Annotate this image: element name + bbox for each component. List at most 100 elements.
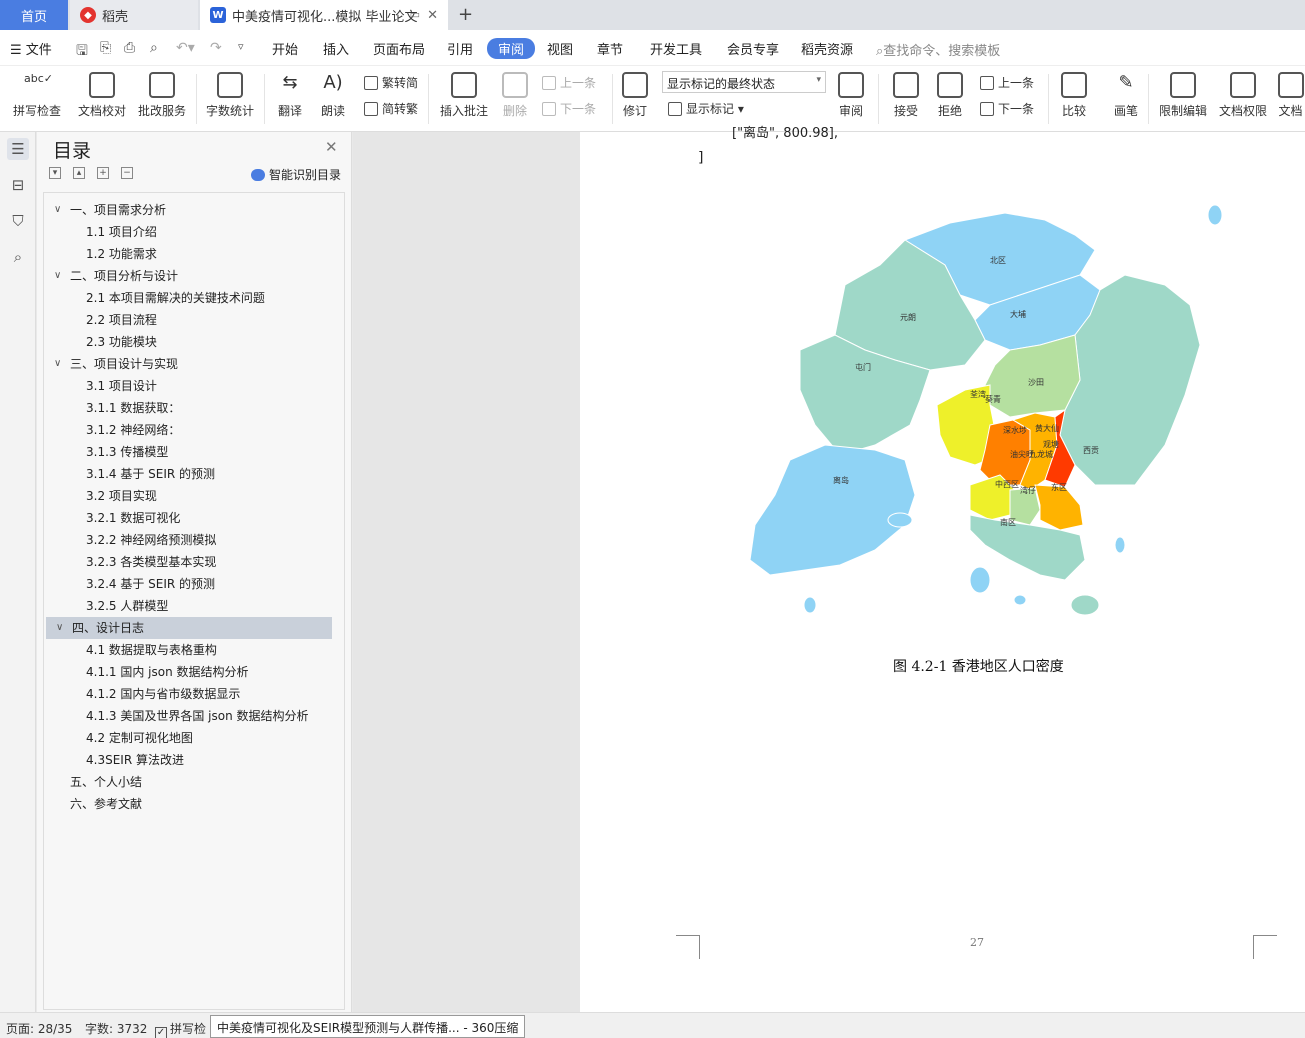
toc-item[interactable]: 3.1.4 基于 SEIR 的预测	[44, 463, 344, 485]
menu-item-layout[interactable]: 页面布局	[373, 39, 425, 58]
toc-icon[interactable]: ☰	[7, 138, 29, 160]
menu-item-review[interactable]: 审阅	[487, 38, 536, 59]
smart-toc-button[interactable]: 智能识别目录	[251, 166, 341, 183]
toc-item[interactable]: 3.2.4 基于 SEIR 的预测	[44, 573, 344, 595]
track-changes-button[interactable]: 修订	[618, 72, 652, 119]
chevron-down-icon[interactable]: ∨	[54, 353, 61, 375]
close-icon[interactable]: ✕	[325, 138, 338, 156]
toc-item[interactable]: 3.2.3 各类模型基本实现	[44, 551, 344, 573]
toc-item[interactable]: 3.1.1 数据获取：	[44, 397, 344, 419]
doc-more-button[interactable]: 文档	[1276, 72, 1305, 119]
prev-comment-button[interactable]: 上一条	[542, 74, 596, 91]
export-icon[interactable]: ⎘	[100, 40, 111, 56]
add-level-icon[interactable]: +	[97, 167, 109, 179]
doc-permission-button[interactable]: 文档权限	[1216, 72, 1270, 119]
ink-button[interactable]: ✎ 画笔	[1110, 72, 1142, 119]
toc-item-label: 3.2 项目实现	[86, 489, 157, 503]
remove-level-icon[interactable]: −	[121, 167, 133, 179]
toc-item[interactable]: 1.2 功能需求	[44, 243, 344, 265]
toc-item[interactable]: 2.1 本项目需解决的关键技术问题	[44, 287, 344, 309]
toc-item[interactable]: 2.3 功能模块	[44, 331, 344, 353]
menu-item-reference[interactable]: 引用	[447, 39, 473, 58]
insert-comment-button[interactable]: 插入批注	[438, 72, 490, 119]
menu-item-docer-resources[interactable]: 稻壳资源	[801, 39, 853, 58]
menu-item-chapter[interactable]: 章节	[597, 39, 623, 58]
smart-toc-label: 智能识别目录	[269, 168, 342, 182]
bookmark-icon[interactable]: ⛉	[7, 210, 29, 232]
toc-item[interactable]: 2.2 项目流程	[44, 309, 344, 331]
tab-docer[interactable]: ◆ 稻壳	[70, 0, 198, 30]
delete-comment-button[interactable]: 删除	[498, 72, 532, 119]
undo-icon[interactable]: ↶▾	[176, 40, 195, 56]
prev-change-button[interactable]: 上一条	[980, 74, 1034, 91]
collapse-all-icon[interactable]: ▾	[49, 167, 61, 179]
doc-proof-button[interactable]: 文档校对	[76, 72, 128, 119]
word-count-button[interactable]: 字数统计	[204, 72, 256, 119]
navigation-icon[interactable]: ⊟	[7, 174, 29, 196]
new-tab-icon[interactable]: +	[458, 4, 473, 25]
menu-item-devtools[interactable]: 开发工具	[650, 39, 702, 58]
spell-check-button[interactable]: abc✓ 拼写检查	[6, 72, 68, 119]
toc-item[interactable]: 3.2.5 人群模型	[44, 595, 344, 617]
close-icon[interactable]: ✕	[427, 8, 438, 23]
screen-icon[interactable]: ▭	[410, 8, 420, 21]
chevron-down-icon[interactable]: ∨	[54, 199, 61, 221]
file-menu[interactable]: ☰ 文件	[10, 39, 52, 58]
accept-button[interactable]: 接受	[888, 72, 924, 119]
chevron-down-icon[interactable]: ∨	[56, 617, 63, 639]
toc-item[interactable]: 3.1 项目设计	[44, 375, 344, 397]
next-change-button[interactable]: 下一条	[980, 100, 1034, 117]
toc-item[interactable]: 3.2.2 神经网络预测模拟	[44, 529, 344, 551]
menu-item-member[interactable]: 会员专享	[727, 39, 779, 58]
toc-item[interactable]: 3.1.3 传播模型	[44, 441, 344, 463]
toc-item[interactable]: 3.2 项目实现	[44, 485, 344, 507]
toc-item[interactable]: 3.2.1 数据可视化	[44, 507, 344, 529]
toc-item[interactable]: 4.1.2 国内与省市级数据显示	[44, 683, 344, 705]
more-icon[interactable]: ▿	[238, 40, 244, 53]
tab-document[interactable]: W 中美疫情可视化...模拟 毕业论文 ▭ ✕	[200, 0, 448, 30]
menu-item-insert[interactable]: 插入	[323, 39, 349, 58]
print-icon[interactable]: ⎙	[124, 40, 135, 56]
read-aloud-button[interactable]: A) 朗读	[316, 72, 350, 119]
menu-item-start[interactable]: 开始	[272, 39, 298, 58]
spell-check-toggle[interactable]: ✓ 拼写检	[155, 1020, 206, 1038]
restrict-edit-button[interactable]: 限制编辑	[1156, 72, 1210, 119]
toc-item[interactable]: 4.3SEIR 算法改进	[44, 749, 344, 771]
toc-item[interactable]: ∨ 四、设计日志	[46, 617, 332, 639]
word-count-indicator[interactable]: 字数: 3732	[85, 1020, 147, 1037]
toc-item[interactable]: 4.1.3 美国及世界各国 json 数据结构分析	[44, 705, 344, 727]
save-icon[interactable]: 🖫	[76, 40, 88, 64]
command-search[interactable]: ⌕查找命令、搜索模板	[876, 40, 1000, 59]
toc-item[interactable]: 五、个人小结	[44, 771, 344, 793]
simp-to-trad-button[interactable]: 简转繁	[364, 100, 418, 117]
toc-item[interactable]: ∨ 二、项目分析与设计	[44, 265, 344, 287]
toc-item[interactable]: ∨ 三、项目设计与实现	[44, 353, 344, 375]
redo-icon[interactable]: ↷	[210, 40, 222, 56]
toc-item[interactable]: ∨ 一、项目需求分析	[44, 199, 344, 221]
toc-item[interactable]: 3.1.2 神经网络：	[44, 419, 344, 441]
toc-item[interactable]: 4.1 数据提取与表格重构	[44, 639, 344, 661]
trad-to-simp-button[interactable]: 繁转简	[364, 74, 418, 91]
toc-item[interactable]: 1.1 项目介绍	[44, 221, 344, 243]
review-pane-button[interactable]: 审阅	[834, 72, 868, 119]
markup-state-select[interactable]: 显示标记的最终状态 ▾	[662, 71, 826, 93]
page-indicator[interactable]: 页面: 28/35	[6, 1020, 72, 1037]
compare-button[interactable]: 比较	[1056, 72, 1092, 119]
lock-doc-icon	[1170, 72, 1196, 98]
show-markup-button[interactable]: 显示标记 ▾	[668, 100, 744, 117]
tab-home[interactable]: 首页	[0, 0, 68, 30]
reject-button[interactable]: 拒绝	[932, 72, 968, 119]
toc-item[interactable]: 六、参考文献	[44, 793, 344, 815]
print-preview-icon[interactable]: ⌕	[150, 40, 158, 56]
chevron-down-icon[interactable]: ∨	[54, 265, 61, 287]
toc-item[interactable]: 4.1.1 国内 json 数据结构分析	[44, 661, 344, 683]
next-comment-button[interactable]: 下一条	[542, 100, 596, 117]
toc-item[interactable]: 4.2 定制可视化地图	[44, 727, 344, 749]
search-icon[interactable]: ⌕	[7, 246, 29, 268]
batch-service-button[interactable]: 批改服务	[136, 72, 188, 119]
toc-item-label: 3.1.3 传播模型	[86, 445, 169, 459]
expand-up-icon[interactable]: ▴	[73, 167, 85, 179]
translate-button[interactable]: ⇆ 翻译	[272, 72, 308, 119]
menu-item-view[interactable]: 视图	[547, 39, 573, 58]
ribbon-separator	[612, 74, 613, 124]
